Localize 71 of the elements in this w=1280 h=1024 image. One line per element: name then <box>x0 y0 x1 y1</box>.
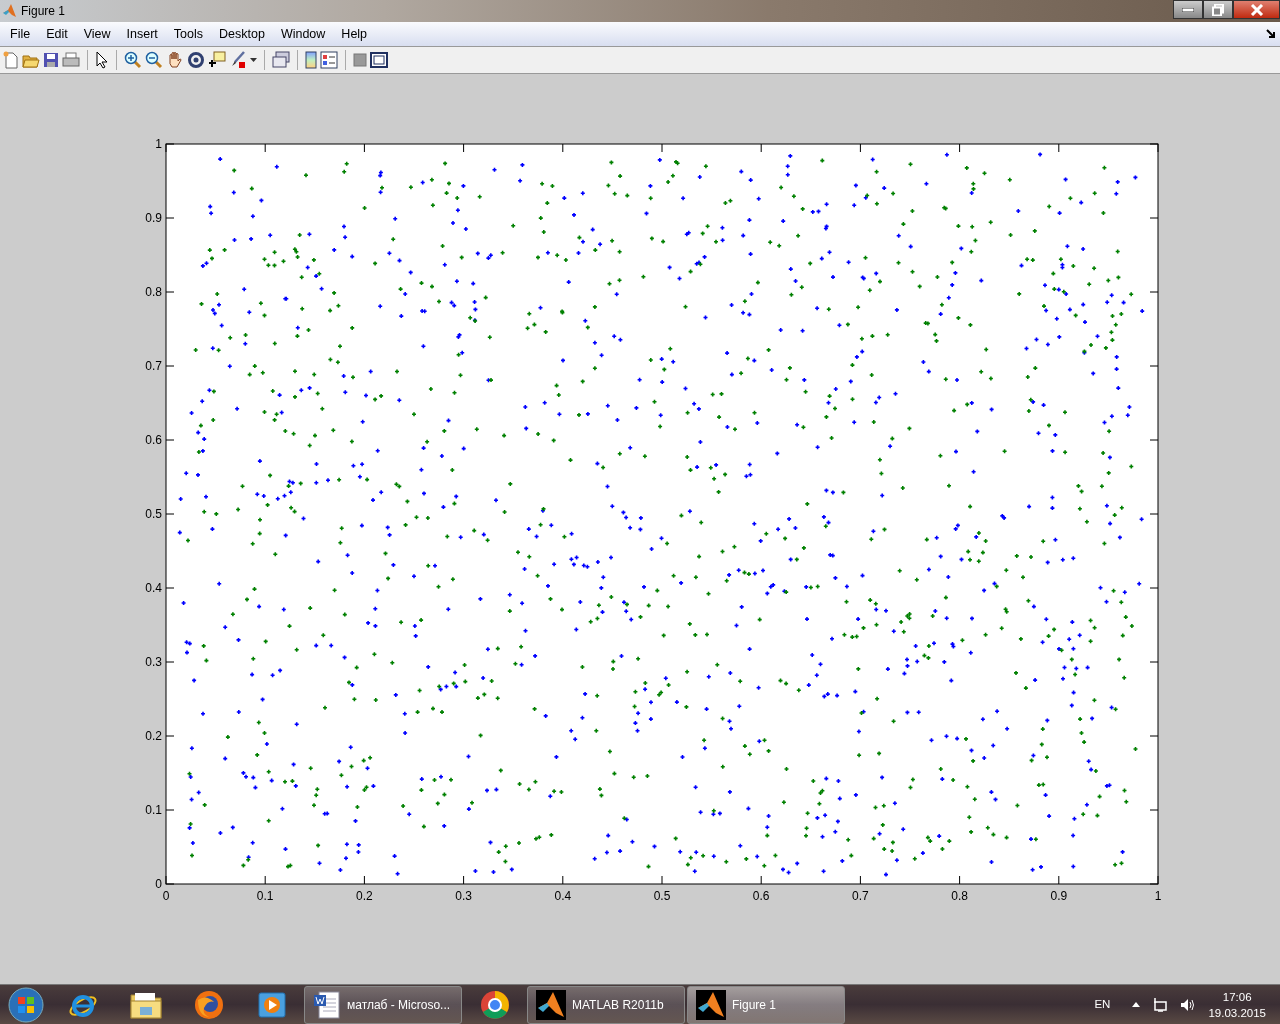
fox-globe-icon[interactable] <box>193 989 224 1020</box>
x-tick-label: 0.8 <box>951 889 968 903</box>
x-tick-label: 0 <box>162 889 170 903</box>
menu-item[interactable]: Edit <box>38 24 76 44</box>
matlab-logo-icon <box>696 989 726 1020</box>
dock-arrow-icon[interactable] <box>1266 29 1276 39</box>
document-icon <box>313 990 341 1019</box>
x-tick-label: 0.7 <box>852 889 869 903</box>
y-tick-label: 0.4 <box>145 581 162 595</box>
y-tick-label: 0.5 <box>145 507 162 521</box>
clock[interactable]: 17:06 19.03.2015 <box>1208 988 1266 1021</box>
y-tick-label: 0 <box>155 877 162 891</box>
restore-button[interactable] <box>1203 0 1233 19</box>
hand-icon[interactable] <box>166 51 184 69</box>
language-indicator[interactable]: EN <box>1094 995 1111 1014</box>
menu-item[interactable]: Desktop <box>211 24 273 44</box>
minimize-icon <box>1182 7 1194 12</box>
rotate-icon[interactable] <box>187 51 205 69</box>
dropdown-caret-icon[interactable] <box>250 58 257 62</box>
show-tools-icon[interactable] <box>370 52 388 68</box>
y-tick-label: 0.1 <box>145 803 162 817</box>
menu-item[interactable]: Insert <box>118 24 166 44</box>
folder-icon[interactable] <box>129 990 162 1019</box>
menu-item[interactable]: File <box>2 24 39 44</box>
y-tick-label: 0.9 <box>145 211 162 225</box>
taskbar-button[interactable]: MATLAB R2011b <box>527 985 685 1024</box>
close-icon <box>1249 3 1264 16</box>
x-tick-label: 0.4 <box>554 889 572 903</box>
clock-time: 17:06 <box>1222 989 1252 1005</box>
zoom-out-icon[interactable] <box>145 51 163 69</box>
matlab-logo-icon <box>536 989 566 1020</box>
brush-icon[interactable] <box>229 51 247 69</box>
pointer-icon[interactable] <box>95 51 109 69</box>
show-hidden-icons-icon[interactable] <box>1132 1002 1141 1007</box>
start-button[interactable] <box>8 986 44 1023</box>
legend-icon[interactable] <box>320 51 338 69</box>
network-icon[interactable] <box>1152 996 1169 1013</box>
minimize-button[interactable] <box>1173 0 1203 19</box>
y-tick-label: 0.8 <box>145 285 162 299</box>
y-tick-label: 0.3 <box>145 655 162 669</box>
print-icon[interactable] <box>62 52 80 68</box>
zoom-in-icon[interactable] <box>124 51 142 69</box>
link-plot-icon[interactable] <box>272 51 290 69</box>
x-tick-label: 0.2 <box>356 889 373 903</box>
taskbar-button[interactable]: матлаб - Microso... <box>304 985 462 1024</box>
x-tick-label: 0.9 <box>1050 889 1068 903</box>
clock-date: 19.03.2015 <box>1208 1005 1266 1021</box>
menu-item[interactable]: Tools <box>165 24 212 44</box>
matlab-logo-icon <box>2 3 18 19</box>
data-cursor-icon[interactable] <box>208 51 226 69</box>
taskbar-button[interactable]: Figure 1 <box>687 985 845 1024</box>
menu-item[interactable]: View <box>75 24 119 44</box>
menu-item[interactable]: Window <box>272 24 334 44</box>
close-button[interactable] <box>1233 0 1280 19</box>
chrome-ball-icon[interactable] <box>479 989 510 1020</box>
open-folder-icon[interactable] <box>22 52 40 68</box>
window-title: Figure 1 <box>21 3 66 20</box>
x-tick-label: 0.5 <box>653 889 671 903</box>
menu-item[interactable]: Help <box>333 24 376 44</box>
y-tick-label: 0.7 <box>145 359 162 373</box>
x-tick-label: 0.6 <box>752 889 770 903</box>
y-tick-label: 0.6 <box>145 433 162 447</box>
x-tick-label: 0.3 <box>455 889 472 903</box>
play-icon[interactable] <box>257 990 286 1019</box>
save-icon[interactable] <box>43 52 59 68</box>
colorbar-icon[interactable] <box>305 51 317 69</box>
x-tick-label: 0.1 <box>256 889 274 903</box>
y-tick-label: 1 <box>155 137 162 151</box>
y-tick-label: 0.2 <box>145 729 162 743</box>
restore-icon <box>1212 3 1224 16</box>
x-tick-label: 1 <box>1154 889 1162 903</box>
